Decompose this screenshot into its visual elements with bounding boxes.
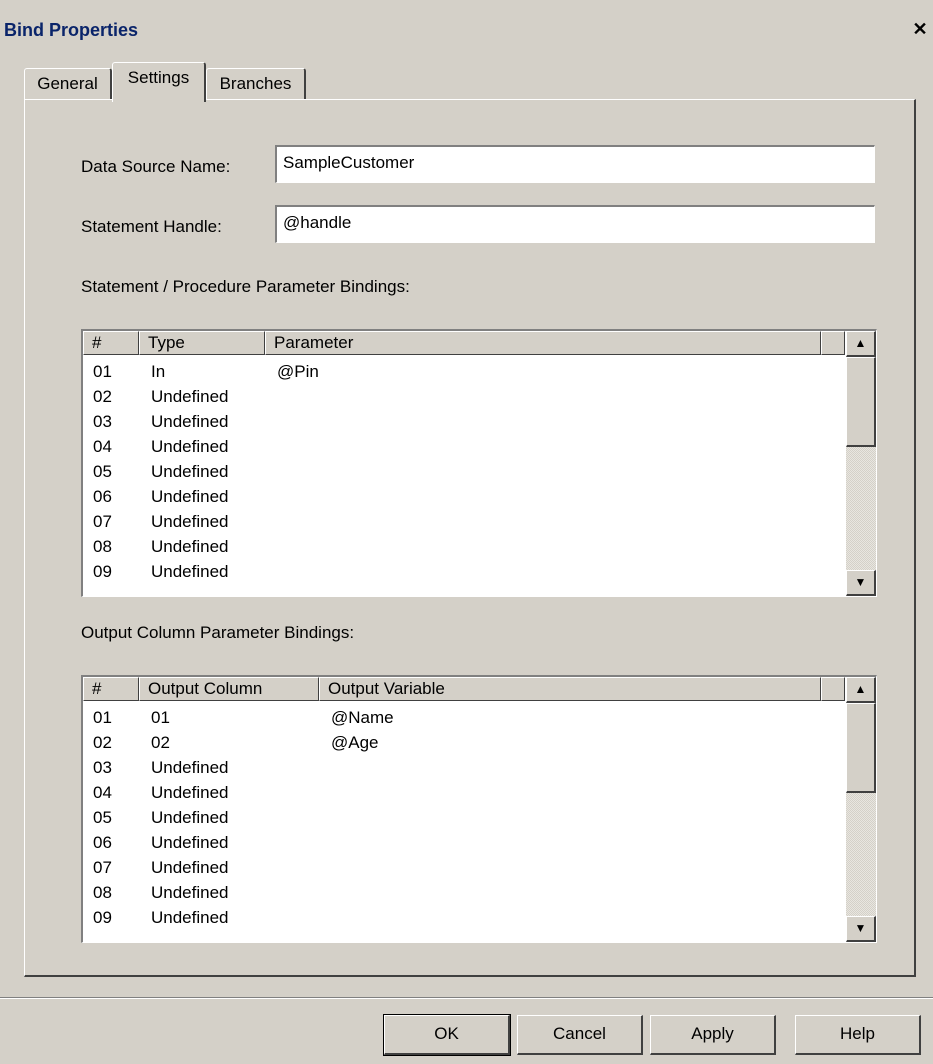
list-row[interactable]: 02 02 @Age xyxy=(83,730,843,755)
tab-settings[interactable]: Settings xyxy=(112,62,206,102)
list-row[interactable]: 02 Undefined xyxy=(83,384,843,409)
list-cell: Undefined xyxy=(151,908,229,927)
list-row[interactable]: 06 Undefined xyxy=(83,830,843,855)
list-cell: In xyxy=(151,362,166,381)
list-cell: Undefined xyxy=(151,858,229,877)
list-cell: 03 xyxy=(93,758,112,777)
scroll-up-icon[interactable]: ▲ xyxy=(846,331,876,357)
list-row[interactable]: 07 Undefined xyxy=(83,855,843,880)
list-row[interactable]: 09 Undefined xyxy=(83,905,843,930)
scroll-down-icon[interactable]: ▼ xyxy=(846,916,876,942)
cancel-button[interactable]: Cancel xyxy=(517,1015,643,1055)
list-cell: 07 xyxy=(93,858,112,877)
footer-divider xyxy=(0,997,933,999)
statement-handle-label: Statement Handle: xyxy=(81,217,222,236)
list-cell: @Age xyxy=(331,733,379,752)
help-button[interactable]: Help xyxy=(795,1015,921,1055)
list-cell: Undefined xyxy=(151,783,229,802)
param-bindings-header: # Type Parameter xyxy=(83,331,845,355)
list-cell: 01 xyxy=(93,708,112,727)
ok-button[interactable]: OK xyxy=(383,1014,511,1056)
list-cell: 08 xyxy=(93,883,112,902)
column-header-number[interactable]: # xyxy=(83,331,139,355)
list-row[interactable]: 08 Undefined xyxy=(83,880,843,905)
list-row[interactable]: 04 Undefined xyxy=(83,434,843,459)
column-header-filler xyxy=(821,331,845,355)
scroll-thumb[interactable] xyxy=(846,357,876,447)
list-row[interactable]: 05 Undefined xyxy=(83,459,843,484)
list-cell: @Name xyxy=(331,708,394,727)
list-row[interactable]: 03 Undefined xyxy=(83,409,843,434)
list-cell: Undefined xyxy=(151,412,229,431)
list-row[interactable]: 01 In @Pin xyxy=(83,359,843,384)
list-row[interactable]: 05 Undefined xyxy=(83,805,843,830)
column-header-output-column[interactable]: Output Column xyxy=(139,677,319,701)
list-cell: Undefined xyxy=(151,537,229,556)
list-cell: Undefined xyxy=(151,437,229,456)
list-row[interactable]: 01 01 @Name xyxy=(83,705,843,730)
list-cell: @Pin xyxy=(277,362,319,381)
list-cell: 01 xyxy=(93,362,112,381)
param-bindings-list[interactable]: # Type Parameter 01 In @Pin 02 Undefined 03 Un… xyxy=(81,329,877,597)
list-cell: 04 xyxy=(93,437,112,456)
list-cell: Undefined xyxy=(151,387,229,406)
list-cell: 09 xyxy=(93,908,112,927)
column-header-number[interactable]: # xyxy=(83,677,139,701)
scroll-thumb[interactable] xyxy=(846,703,876,793)
scroll-up-icon[interactable]: ▲ xyxy=(846,677,876,703)
scroll-down-icon[interactable]: ▼ xyxy=(846,570,876,596)
list-cell: 06 xyxy=(93,833,112,852)
list-cell: 05 xyxy=(93,462,112,481)
param-bindings-scrollbar[interactable]: ▲ ▼ xyxy=(846,331,876,596)
list-cell: Undefined xyxy=(151,462,229,481)
list-row[interactable]: 08 Undefined xyxy=(83,534,843,559)
output-bindings-title: Output Column Parameter Bindings: xyxy=(81,623,355,642)
column-header-parameter[interactable]: Parameter xyxy=(265,331,821,355)
apply-button[interactable]: Apply xyxy=(650,1015,776,1055)
output-bindings-scrollbar[interactable]: ▲ ▼ xyxy=(846,677,876,942)
list-cell: 06 xyxy=(93,487,112,506)
param-bindings-title: Statement / Procedure Parameter Bindings… xyxy=(81,277,410,296)
list-cell: Undefined xyxy=(151,883,229,902)
data-source-field[interactable]: SampleCustomer xyxy=(275,145,875,183)
list-cell: Undefined xyxy=(151,512,229,531)
list-cell: Undefined xyxy=(151,833,229,852)
list-row[interactable]: 07 Undefined xyxy=(83,509,843,534)
list-cell: 07 xyxy=(93,512,112,531)
tab-branches[interactable]: Branches xyxy=(206,68,306,100)
column-header-type[interactable]: Type xyxy=(139,331,265,355)
list-cell: 05 xyxy=(93,808,112,827)
list-cell: 02 xyxy=(151,733,170,752)
list-cell: 01 xyxy=(151,708,170,727)
title-bar: Bind Properties ✕ xyxy=(0,0,933,44)
list-cell: Undefined xyxy=(151,487,229,506)
column-header-output-variable[interactable]: Output Variable xyxy=(319,677,821,701)
list-row[interactable]: 04 Undefined xyxy=(83,780,843,805)
list-cell: 09 xyxy=(93,562,112,581)
output-bindings-header: # Output Column Output Variable xyxy=(83,677,845,701)
tab-general[interactable]: General xyxy=(24,68,112,100)
output-bindings-list[interactable]: # Output Column Output Variable 01 01 @Nam… xyxy=(81,675,877,943)
column-header-filler xyxy=(821,677,845,701)
list-row[interactable]: 03 Undefined xyxy=(83,755,843,780)
list-cell: 04 xyxy=(93,783,112,802)
list-row[interactable]: 06 Undefined xyxy=(83,484,843,509)
list-cell: Undefined xyxy=(151,562,229,581)
list-row[interactable]: 09 Undefined xyxy=(83,559,843,584)
settings-panel: Data Source Name: SampleCustomer Stateme… xyxy=(24,99,916,977)
list-cell: 02 xyxy=(93,733,112,752)
close-icon[interactable]: ✕ xyxy=(911,20,929,38)
list-cell: Undefined xyxy=(151,808,229,827)
list-cell: 03 xyxy=(93,412,112,431)
data-source-label: Data Source Name: xyxy=(81,157,231,176)
window-title: Bind Properties xyxy=(4,20,139,40)
list-cell: Undefined xyxy=(151,758,229,777)
list-cell: 02 xyxy=(93,387,112,406)
list-cell: 08 xyxy=(93,537,112,556)
statement-handle-field[interactable]: @handle xyxy=(275,205,875,243)
